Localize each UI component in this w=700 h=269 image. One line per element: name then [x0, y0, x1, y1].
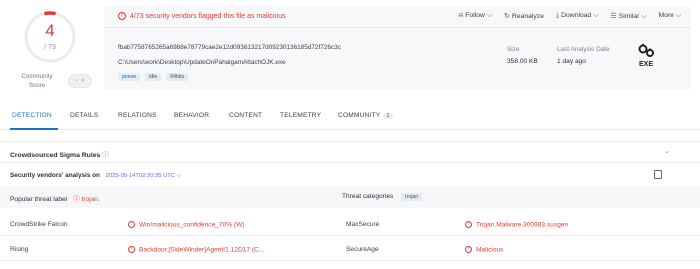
tag-idle[interactable]: idle [145, 73, 162, 81]
file-report-page: 4 / 73 Community Score ✓ ✕ ! 4/73 securit… [0, 0, 700, 269]
community-vote-toggle[interactable]: ✓ ✕ [68, 74, 92, 88]
file-type-icon: EXE [634, 44, 658, 68]
vendors-analysis-header: Security vendors' analysis on 2025-05-14… [10, 172, 181, 180]
tab-details[interactable]: DETAILS [70, 112, 98, 119]
copy-icon[interactable] [654, 170, 662, 179]
threat-summary-row: Popular threat label ⓘ trojan. Threat ca… [0, 186, 700, 208]
popular-threat-label: Popular threat label ⓘ trojan. [10, 196, 100, 203]
detection-result: ! Trojan.Malware.300983.susgen [465, 221, 568, 228]
community-score-label: Community Score [21, 73, 53, 89]
detection-score: 4 / 73 Community Score ✓ ✕ [10, 6, 92, 98]
alert-icon: ! [128, 221, 135, 228]
sigma-rules-section[interactable]: Crowdsourced Sigma Rules ⓘ ⌄ [0, 141, 700, 163]
table-row: CrowdStrike Falcon ! Win/malicious_confid… [0, 214, 700, 236]
more-button[interactable]: More ⌵ [658, 12, 681, 21]
action-toolbar: ⍾ Follow ⌵ ↻ Reanalyze ⤓ Download ⌵ ☰ Simila… [459, 12, 681, 21]
tab-detection[interactable]: DETECTION [12, 112, 52, 119]
analysis-date-value: 1 day ago [557, 58, 586, 65]
similar-button[interactable]: ☰ Similar ⌵ [610, 12, 646, 21]
detection-result: ! Win/malicious_confidence_70% (W) [128, 221, 245, 228]
download-icon: ⤓ [555, 12, 560, 19]
tab-content[interactable]: CONTENT [229, 112, 262, 119]
tab-behavior[interactable]: BEHAVIOR [174, 112, 209, 119]
active-tab-indicator [10, 128, 58, 130]
refresh-icon: ↻ [503, 13, 510, 20]
file-type-label: EXE [638, 61, 653, 68]
tab-community[interactable]: COMMUNITY 1 [338, 112, 393, 119]
gears-icon [638, 44, 654, 57]
tab-relations[interactable]: RELATIONS [118, 112, 157, 119]
report-tabs: DETECTION DETAILS RELATIONS BEHAVIOR CON… [0, 104, 700, 130]
detection-result: ! Malicious [465, 246, 503, 253]
size-label: Size [507, 46, 520, 53]
threat-label-value[interactable]: ⓘ trojan. [73, 196, 100, 203]
analysis-date-label: Last Analysis Date [557, 46, 610, 53]
size-value: 358.00 KB [507, 58, 538, 65]
flag-text: 4/73 security vendors flagged this file … [130, 12, 286, 20]
threat-categories: Threat categories trojan [342, 193, 423, 201]
analysis-date-dropdown[interactable]: 2025-05-14T02:20:35 UTC ⌵ [106, 173, 181, 179]
file-tags: peexe idle 64bits [118, 73, 189, 81]
vendor-name: SecureAge [346, 246, 379, 253]
alert-icon: ! [465, 221, 472, 228]
tab-telemetry[interactable]: TELEMETRY [280, 112, 321, 119]
tag-peexe[interactable]: peexe [118, 73, 141, 81]
similar-icon: ☰ [610, 13, 617, 20]
file-hash[interactable]: fbab7758765265a6988e78779cae2e12d0938132… [118, 44, 341, 51]
vendors-analysis-title: Security vendors' analysis on [10, 172, 100, 179]
vendor-name: MaxSecure [346, 221, 380, 228]
threat-category-tag[interactable]: trojan [401, 193, 423, 201]
alert-icon: ! [118, 12, 126, 20]
alert-icon: ! [465, 246, 472, 253]
detection-total: / 73 [44, 44, 56, 51]
follow-button[interactable]: ⍾ Follow ⌵ [459, 12, 492, 21]
detection-count: 4 [45, 21, 55, 40]
detection-result: ! Backdoor.[SideWinder]Agent!1.12D17 (C..… [128, 246, 264, 253]
sigma-rules-title: Crowdsourced Sigma Rules ⓘ [10, 152, 109, 159]
vendor-name: CrowdStrike Falcon [10, 221, 68, 228]
file-path: C:\Users\work\Desktop\UpdateOnPahalgamAt… [118, 59, 286, 66]
tag-64bits[interactable]: 64bits [166, 73, 189, 81]
download-button[interactable]: ⤓ Download ⌵ [556, 12, 598, 21]
chevron-down-icon[interactable]: ⌄ [664, 147, 670, 155]
bell-icon: ⍾ [458, 12, 464, 19]
community-count-badge: 1 [383, 113, 393, 119]
vendor-name: Rising [10, 246, 29, 253]
table-row: Rising ! Backdoor.[SideWinder]Agent!1.12D… [0, 239, 700, 261]
malicious-banner: ! 4/73 security vendors flagged this file… [104, 6, 691, 28]
info-icon[interactable]: ⓘ [102, 152, 109, 159]
malicious-flag: ! 4/73 security vendors flagged this file… [118, 12, 286, 20]
file-summary-panel: ! 4/73 security vendors flagged this file… [104, 6, 691, 90]
reanalyze-button[interactable]: ↻ Reanalyze [504, 12, 544, 21]
alert-icon: ! [128, 246, 135, 253]
